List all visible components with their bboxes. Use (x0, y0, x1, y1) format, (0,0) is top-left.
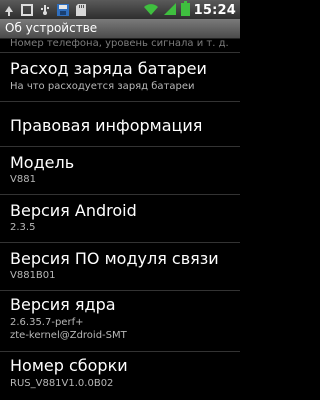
status-right-icons: 15:24 (143, 1, 236, 20)
legal-info-title: Правовая информация (10, 116, 203, 135)
wifi-icon (143, 1, 159, 20)
build-number-value: RUS_V881V1.0.0B02 (10, 378, 114, 389)
baseband-version-item: Версия ПО модуля связи V881B01 (0, 243, 240, 291)
page-title: Об устройстве (5, 21, 98, 35)
kernel-version-title: Версия ядра (10, 295, 116, 314)
baseband-version-value: V881B01 (10, 270, 56, 281)
list-item-partial[interactable]: Номер телефона, уровень сигнала и т. д. (0, 38, 240, 53)
model-title: Модель (10, 153, 75, 172)
kernel-version-item: Версия ядра 2.6.35.7-perf+ zte-kernel@Zd… (0, 291, 240, 352)
model-item: Модель V881 (0, 147, 240, 195)
baseband-version-title: Версия ПО модуля связи (10, 249, 219, 268)
battery-icon (180, 1, 190, 20)
battery-usage-subtitle: На что расходуется заряд батареи (10, 81, 195, 92)
build-number-item[interactable]: Номер сборки RUS_V881V1.0.0B02 (0, 352, 240, 400)
clock-time: 15:24 (193, 3, 236, 18)
title-bar: Об устройстве (0, 19, 240, 39)
model-value: V881 (10, 174, 36, 185)
kernel-version-value: 2.6.35.7-perf+ (10, 317, 84, 328)
kernel-build-host: zte-kernel@Zdroid-SMT (10, 330, 127, 341)
build-number-title: Номер сборки (10, 356, 128, 375)
android-version-title: Версия Android (10, 201, 137, 220)
android-version-item[interactable]: Версия Android 2.3.5 (0, 195, 240, 243)
signal-icon (163, 1, 177, 20)
battery-usage-item[interactable]: Расход заряда батареи На что расходуется… (0, 52, 240, 102)
battery-usage-title: Расход заряда батареи (10, 59, 207, 78)
partial-item-text: Номер телефона, уровень сигнала и т. д. (10, 38, 229, 49)
legal-info-item[interactable]: Правовая информация (0, 102, 240, 147)
status-bar: 15:24 (0, 0, 240, 19)
android-version-value: 2.3.5 (10, 222, 36, 233)
